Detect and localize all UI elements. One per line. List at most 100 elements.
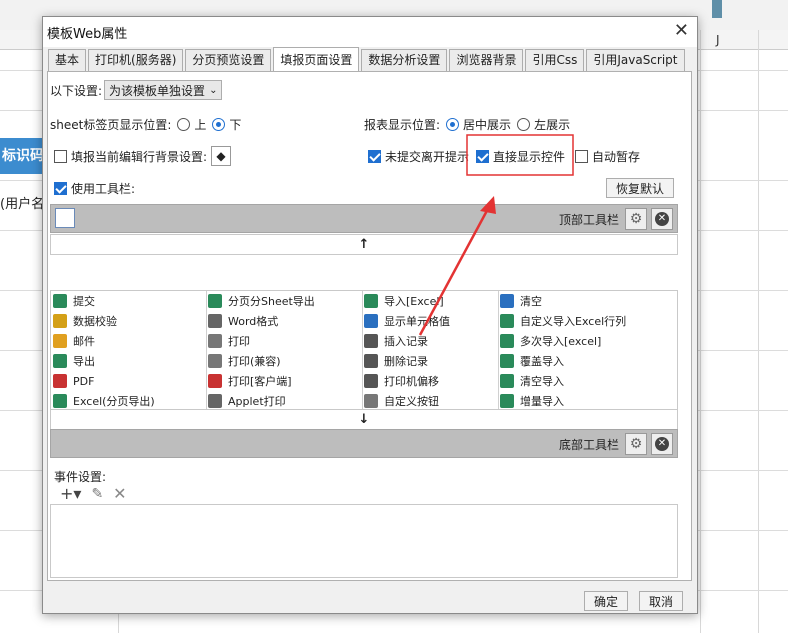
fill-bg-label: 填报当前编辑行背景设置: <box>71 149 208 164</box>
radio-bottom[interactable] <box>212 118 226 131</box>
toolbar-item[interactable]: Applet打印 <box>208 391 286 411</box>
ok-button[interactable]: 确定 <box>584 591 628 611</box>
tab-ref-css[interactable]: 引用Css <box>525 49 585 71</box>
tab-browser-bg[interactable]: 浏览器背景 <box>449 49 524 71</box>
settings-select[interactable]: 为该模板单独设置 ⌄ <box>104 80 223 100</box>
toolbar-item-icon <box>208 394 222 408</box>
toolbar-item-icon <box>53 334 67 348</box>
toolbar-item-icon <box>208 294 222 308</box>
direct-show-label: 直接显示控件 <box>493 150 566 164</box>
toolbar-item-label: PDF <box>73 374 95 388</box>
edit-icon[interactable]: ✎ <box>91 486 103 502</box>
toolbar-slot-icon[interactable] <box>55 208 75 228</box>
toolbar-item-icon <box>208 354 222 368</box>
toolbar-item[interactable]: 分页分Sheet导出 <box>208 291 315 311</box>
toolbar-item[interactable]: 提交 <box>53 291 95 311</box>
toolbar-item-label: 导出 <box>73 355 95 368</box>
tab-printer-server[interactable]: 打印机(服务器) <box>88 49 184 71</box>
toolbar-item[interactable]: Excel(分页导出) <box>53 391 155 411</box>
toolbar-item[interactable]: 清空 <box>500 291 542 311</box>
remove-bottom-toolbar-button[interactable]: ✕ <box>651 433 673 455</box>
add-icon[interactable]: +▾ <box>60 484 81 503</box>
restore-default-button[interactable]: 恢复默认 <box>606 178 674 198</box>
toolbar-item-label: 插入记录 <box>384 335 428 348</box>
cancel-button[interactable]: 取消 <box>639 591 683 611</box>
toolbar-item[interactable]: 数据校验 <box>53 311 117 331</box>
radio-center[interactable] <box>446 118 460 131</box>
toolbar-item[interactable]: 打印[客户端] <box>208 371 292 391</box>
use-toolbar-checkbox[interactable] <box>54 182 67 195</box>
toolbar-item-icon <box>364 394 378 408</box>
toolbar-item[interactable]: 打印(兼容) <box>208 351 281 371</box>
close-icon: ✕ <box>655 212 669 226</box>
toolbar-item-icon <box>500 314 514 328</box>
report-pos-label: 报表显示位置: <box>364 118 441 132</box>
toolbar-item-label: Applet打印 <box>228 395 286 408</box>
grid-line <box>758 30 759 633</box>
radio-top-label: 上 <box>194 118 207 132</box>
toolbar-item-icon <box>364 334 378 348</box>
dialog-titlebar: 模板Web属性 ✕ <box>43 17 697 47</box>
toolbar-item-icon <box>53 354 67 368</box>
auto-save-checkbox[interactable] <box>575 150 588 163</box>
toolbar-item[interactable]: 打印 <box>208 331 250 351</box>
bottom-toolbar-band[interactable]: 底部工具栏 ⚙ ✕ <box>50 429 678 458</box>
chevron-down-icon: ⌄ <box>209 84 218 96</box>
tab-page-preview[interactable]: 分页预览设置 <box>185 49 272 71</box>
toolbar-item[interactable]: 覆盖导入 <box>500 351 564 371</box>
use-toolbar-row: 使用工具栏: <box>54 180 135 197</box>
identifier-cell[interactable]: 标识码 <box>0 138 44 174</box>
move-down-arrow[interactable]: ↓ <box>50 409 678 430</box>
toolbar-item[interactable]: 自定义导入Excel行列 <box>500 311 626 331</box>
grid-line <box>700 30 701 633</box>
toolbar-item-icon <box>208 374 222 388</box>
toolbar-item-label: 分页分Sheet导出 <box>228 295 315 308</box>
toolbar-item-icon <box>53 394 67 408</box>
toolbar-item-icon <box>364 314 378 328</box>
direct-show-checkbox[interactable] <box>476 150 489 163</box>
toolbar-item[interactable]: 导出 <box>53 351 95 371</box>
sheet-tab-row: sheet标签页显示位置: 上 下 <box>50 116 241 133</box>
unsubmitted-checkbox[interactable] <box>368 150 381 163</box>
gear-icon[interactable]: ⚙ <box>625 433 647 455</box>
radio-top[interactable] <box>177 118 191 131</box>
toolbar-item-label: 邮件 <box>73 335 95 348</box>
toolbar-item[interactable]: 增量导入 <box>500 391 564 411</box>
toolbar-item-label: 删除记录 <box>384 355 428 368</box>
toolbar-item[interactable]: 打印机偏移 <box>364 371 439 391</box>
direct-show-row: 直接显示控件 <box>476 148 565 165</box>
gear-icon[interactable]: ⚙ <box>625 208 647 230</box>
toolbar-item-label: 打印机偏移 <box>384 375 439 388</box>
delete-icon[interactable]: ✕ <box>113 484 126 503</box>
toolbar-item-label: 增量导入 <box>520 395 564 408</box>
toolbar-item[interactable]: 邮件 <box>53 331 95 351</box>
tab-data-analysis[interactable]: 数据分析设置 <box>361 49 448 71</box>
fill-bg-checkbox[interactable] <box>54 149 67 163</box>
tab-fill-page[interactable]: 填报页面设置 <box>273 47 360 71</box>
fill-bg-row: 填报当前编辑行背景设置: ◆ <box>54 146 232 166</box>
username-cell[interactable]: (用户名 <box>0 193 44 212</box>
toolbar-item[interactable]: 删除记录 <box>364 351 428 371</box>
paint-bucket-icon[interactable]: ◆ <box>211 146 232 166</box>
toolbar-item-icon <box>53 314 67 328</box>
toolbar-item[interactable]: 导入[Excel] <box>364 291 444 311</box>
toolbar-item[interactable]: 显示单元格值 <box>364 311 450 331</box>
toolbar-item[interactable]: 自定义按钮 <box>364 391 439 411</box>
move-up-arrow[interactable]: ↑ <box>50 234 678 255</box>
remove-top-toolbar-button[interactable]: ✕ <box>651 208 673 230</box>
toolbar-item[interactable]: 多次导入[excel] <box>500 331 601 351</box>
toolbar-item[interactable]: 插入记录 <box>364 331 428 351</box>
close-icon[interactable]: ✕ <box>674 21 689 41</box>
top-toolbar-band[interactable]: 顶部工具栏 ⚙ ✕ <box>50 204 678 233</box>
dialog-title: 模板Web属性 <box>47 26 128 42</box>
event-list[interactable] <box>50 504 678 578</box>
tab-bar: 基本 打印机(服务器) 分页预览设置 填报页面设置 数据分析设置 浏览器背景 引… <box>48 47 687 71</box>
toolbar-item[interactable]: Word格式 <box>208 311 278 331</box>
tab-ref-js[interactable]: 引用JavaScript <box>586 49 685 71</box>
toolbar-item-icon <box>53 374 67 388</box>
radio-left[interactable] <box>517 118 531 131</box>
toolbar-item[interactable]: PDF <box>53 371 94 391</box>
tab-basic[interactable]: 基本 <box>48 49 87 71</box>
toolbar-item[interactable]: 清空导入 <box>500 371 564 391</box>
unsubmitted-row: 未提交离开提示 <box>368 148 469 165</box>
